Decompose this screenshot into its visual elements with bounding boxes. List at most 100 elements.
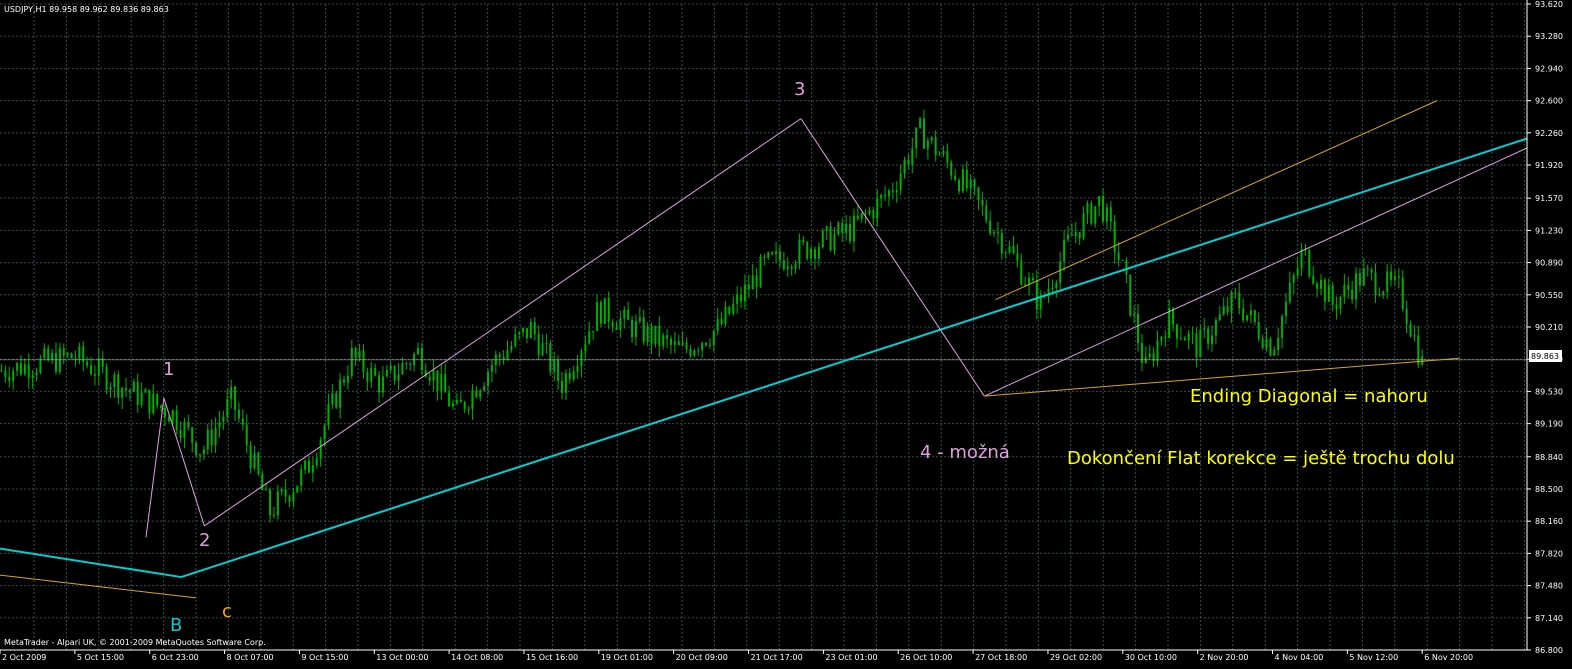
candle-body (782, 260, 785, 270)
candle-body (167, 417, 170, 422)
candle-body (1257, 322, 1260, 339)
candle-body (358, 350, 361, 358)
candle-body (747, 284, 750, 290)
candle-body (183, 421, 186, 438)
candle-body (1031, 277, 1034, 281)
symbol-header: USDJPY,H1 89.958 89.962 89.836 89.863 (4, 5, 169, 14)
candle-body (8, 376, 11, 381)
candle-body (954, 175, 957, 180)
candle-body (1117, 252, 1120, 260)
candle-body (1292, 275, 1295, 283)
candle-body (1323, 279, 1326, 302)
note-ending-diagonal: Ending Diagonal = nahoru (1190, 386, 1428, 407)
candle-body (381, 376, 384, 393)
candle-body (1390, 271, 1393, 280)
candle-body (751, 275, 754, 290)
candle-body (996, 232, 999, 234)
candle-body (339, 379, 342, 408)
candle-body (728, 306, 731, 314)
candle-body (930, 137, 933, 141)
candle-body (19, 362, 22, 375)
candle-body (448, 392, 451, 407)
candle-body (1121, 259, 1124, 261)
x-tick-label: 13 Oct 00:00 (376, 653, 428, 662)
x-tick-label: 2 Nov 20:00 (1200, 653, 1249, 662)
candle-body (541, 343, 544, 356)
chart[interactable]: 93.620 93.280 92.940 92.600 92.260 91.920 91.5… (0, 0, 1572, 669)
candle-body (922, 118, 925, 149)
candle-body (1004, 252, 1007, 254)
candle-body (16, 362, 19, 371)
candle-body (642, 317, 645, 342)
candle-body (732, 303, 735, 314)
candle-body (778, 251, 781, 261)
candle-body (1393, 276, 1396, 280)
wave-label-2: 2 (199, 530, 210, 551)
candle-body (934, 137, 937, 156)
candle-body (631, 319, 634, 338)
x-tick-label: 19 Oct 01:00 (601, 653, 653, 662)
candle-body (1105, 207, 1108, 222)
candle-body (210, 429, 213, 446)
candle-body (856, 215, 859, 219)
candle-body (1308, 249, 1311, 277)
candle-body (1327, 285, 1330, 302)
candle-body (1164, 336, 1167, 338)
candle-body (1063, 239, 1066, 262)
candle-body (673, 341, 676, 345)
candle-body (1296, 268, 1299, 276)
candle-body (693, 350, 696, 356)
candle-body (798, 239, 801, 264)
candle-body (510, 345, 513, 351)
candle-body (163, 407, 166, 418)
candle-body (1183, 338, 1186, 341)
wave-label-c: c (222, 601, 232, 622)
candle-body (1125, 260, 1128, 275)
candle-body (1331, 285, 1334, 305)
candle-body (1160, 336, 1163, 341)
candle-body (1070, 234, 1073, 236)
candle-body (607, 297, 610, 322)
candle-body (1355, 273, 1358, 300)
candle-body (669, 338, 672, 345)
candle-body (650, 326, 653, 344)
y-tick-label: 89.190 (1535, 420, 1563, 429)
candle-body (288, 496, 291, 502)
candle-body (1242, 308, 1245, 321)
candle-body (148, 389, 151, 414)
candle-body (771, 252, 774, 255)
candle-body (498, 354, 501, 358)
candle-body (467, 409, 470, 411)
candle-body (226, 399, 229, 417)
candle-body (849, 224, 852, 242)
candle-body (1059, 261, 1062, 283)
candle-body (1028, 277, 1031, 285)
candle-body (455, 400, 458, 404)
candle-body (311, 465, 314, 473)
candle-body (1187, 333, 1190, 341)
candle-body (1226, 306, 1229, 313)
candle-body (794, 263, 797, 269)
candle-body (705, 342, 708, 346)
candle-body (31, 375, 34, 378)
candle-body (97, 358, 100, 376)
candle-body (459, 400, 462, 403)
candle-body (919, 118, 922, 128)
candle-body (985, 205, 988, 221)
y-tick-label: 88.500 (1535, 485, 1563, 494)
candle-body (1358, 273, 1361, 286)
candle-body (981, 199, 984, 206)
candle-body (409, 364, 412, 366)
candle-body (599, 302, 602, 324)
candle-body (1277, 337, 1280, 351)
candle-body (1008, 246, 1011, 253)
candle-body (1339, 297, 1342, 310)
candle-body (156, 393, 159, 406)
x-tick-label: 4 Nov 04:00 (1275, 653, 1324, 662)
candle-body (634, 321, 637, 338)
candle-body (378, 375, 381, 393)
candle-body (307, 460, 310, 473)
candle-body (545, 343, 548, 345)
candle-body (1137, 313, 1140, 344)
candle-body (1246, 315, 1249, 321)
